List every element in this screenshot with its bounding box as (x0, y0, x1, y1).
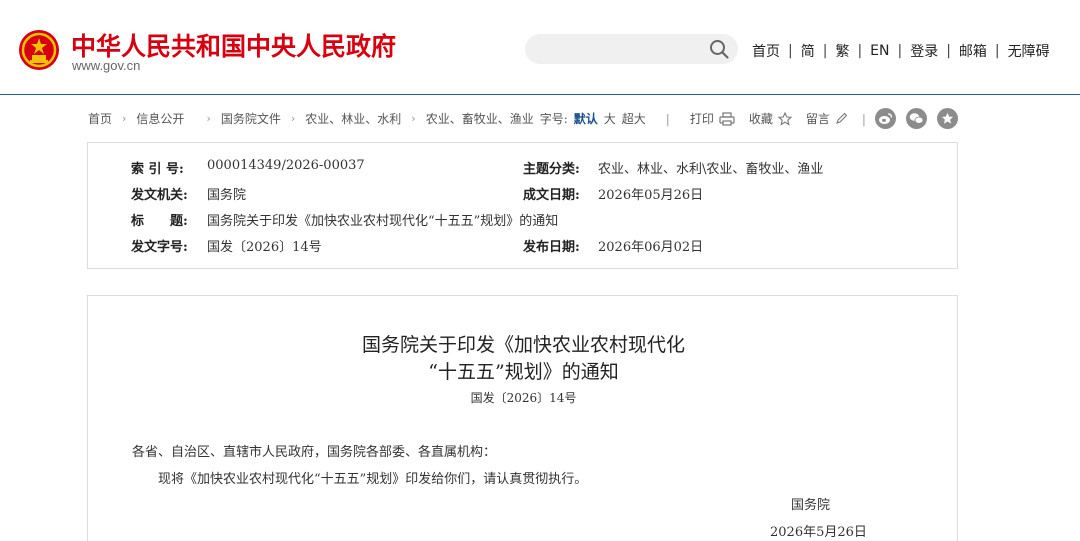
search-icon[interactable] (708, 38, 730, 60)
wechat-share-button[interactable] (906, 108, 927, 129)
published-date-label: 发布日期: (523, 240, 580, 255)
print-button[interactable]: 打印 (690, 110, 735, 127)
article-title-line-2: “十五五”规划》的通知 (428, 361, 619, 383)
breadcrumb-agriculture-forestry-water[interactable]: 农业、林业、水利 (305, 110, 401, 127)
article-date: 2026年5月26日 (770, 525, 867, 540)
info-written-date: 成文日期: 2026年05月26日 (523, 184, 703, 203)
breadcrumb-state-council-docs[interactable]: 国务院文件 (221, 110, 281, 127)
article-body: 国务院关于印发《加快农业农村现代化 “十五五”规划》的通知 国发〔2026〕14… (87, 295, 958, 541)
article-signature: 国务院 (791, 498, 831, 513)
search-input[interactable] (525, 34, 738, 64)
favorite-share-button[interactable] (937, 108, 958, 129)
info-published-date: 发布日期: 2026年06月02日 (523, 236, 703, 255)
title-label: 标 题: (131, 214, 188, 229)
font-size-default[interactable]: 默认 (574, 110, 598, 127)
nav-separator: | (788, 43, 793, 59)
index-value: 000014349/2026-00037 (207, 158, 365, 173)
breadcrumb-home[interactable]: 首页 (88, 110, 112, 127)
index-label: 索 引 号: (131, 162, 184, 177)
nav-accessibility[interactable]: 无障碍 (1008, 41, 1050, 61)
favorite-label: 收藏 (748, 112, 773, 126)
font-size-xlarge[interactable]: 超大 (622, 110, 646, 127)
divider: | (665, 111, 670, 126)
breadcrumb-agriculture-husbandry-fishery[interactable]: 农业、畜牧业、渔业 (426, 110, 534, 127)
chevron-right-icon: › (290, 112, 296, 125)
national-emblem-icon[interactable] (18, 29, 60, 71)
nav-login[interactable]: 登录 (910, 41, 938, 61)
weibo-share-button[interactable] (875, 108, 896, 129)
article-title: 国务院关于印发《加快农业农村现代化 “十五五”规划》的通知 (88, 332, 959, 386)
site-url[interactable]: www.gov.cn (72, 58, 140, 73)
comment-button[interactable]: 留言 (806, 110, 848, 127)
info-issuer: 发文机关: 国务院 (131, 184, 246, 203)
topic-value: 农业、林业、水利\农业、畜牧业、渔业 (598, 162, 824, 177)
nav-traditional[interactable]: 繁 (835, 41, 849, 61)
issuer-label: 发文机关: (131, 188, 188, 203)
print-label: 打印 (689, 112, 714, 126)
title-value: 国务院关于印发《加快农业农村现代化“十五五”规划》的通知 (207, 214, 559, 229)
printer-icon (719, 111, 735, 126)
article-paragraph: 现将《加快农业农村现代化“十五五”规划》印发给你们，请认真贯彻执行。 (158, 472, 588, 487)
divider: | (861, 111, 866, 126)
info-topic: 主题分类: 农业、林业、水利\农业、畜牧业、渔业 (523, 158, 823, 177)
topic-label: 主题分类: (523, 162, 580, 177)
document-info-box: 索 引 号: 000014349/2026-00037 主题分类: 农业、林业、… (87, 142, 958, 269)
nav-separator: | (822, 43, 828, 59)
chevron-right-icon: › (122, 112, 127, 125)
top-nav: 首页 | 简 | 繁 | EN | 登录 | 邮箱 | 无障碍 (752, 41, 1050, 61)
nav-mailbox[interactable]: 邮箱 (959, 41, 987, 61)
nav-home[interactable]: 首页 (752, 41, 780, 61)
wechat-icon (909, 113, 924, 124)
info-index: 索 引 号: 000014349/2026-00037 (131, 158, 365, 177)
published-date-value: 2026年06月02日 (598, 240, 704, 255)
nav-separator: | (946, 43, 951, 59)
nav-separator: | (994, 43, 1000, 59)
info-title: 标 题: 国务院关于印发《加快农业农村现代化“十五五”规划》的通知 (131, 210, 558, 229)
site-header: 中华人民共和国中央人民政府 www.gov.cn 首页 | 简 | 繁 | EN… (0, 0, 1080, 95)
nav-english[interactable]: EN (870, 43, 889, 59)
written-date-value: 2026年05月26日 (598, 188, 704, 203)
star-outline-icon (777, 111, 792, 126)
font-size-large[interactable]: 大 (604, 110, 616, 127)
breadcrumb-info-disclosure[interactable]: 信息公开 (136, 110, 184, 127)
article-doc-number: 国发〔2026〕14号 (470, 391, 577, 405)
weibo-icon (879, 113, 893, 124)
nav-separator: | (857, 43, 863, 59)
article-title-line-1: 国务院关于印发《加快农业农村现代化 (361, 334, 685, 356)
font-size-switcher: 字号: 默认 大 超大 (540, 110, 646, 127)
star-icon (941, 112, 954, 124)
comment-label: 留言 (805, 112, 830, 126)
issuer-value: 国务院 (207, 188, 247, 203)
favorite-button[interactable]: 收藏 (749, 110, 792, 127)
pencil-icon (836, 112, 848, 124)
info-doc-number: 发文字号: 国发〔2026〕14号 (131, 236, 322, 255)
nav-simplified[interactable]: 简 (801, 41, 815, 61)
breadcrumb: 首页 › 信息公开 › 国务院文件 › 农业、林业、水利 › 农业、畜牧业、渔业… (88, 110, 886, 127)
nav-separator: | (897, 43, 903, 59)
chevron-right-icon: › (206, 112, 211, 125)
written-date-label: 成文日期: (523, 188, 580, 203)
chevron-right-icon: › (411, 112, 416, 125)
font-size-label: 字号: (539, 112, 568, 126)
doc-number-value: 国发〔2026〕14号 (207, 240, 322, 255)
article-salutation: 各省、自治区、直辖市人民政府，国务院各部委、各直属机构： (132, 445, 497, 460)
doc-number-label: 发文字号: (131, 240, 188, 255)
